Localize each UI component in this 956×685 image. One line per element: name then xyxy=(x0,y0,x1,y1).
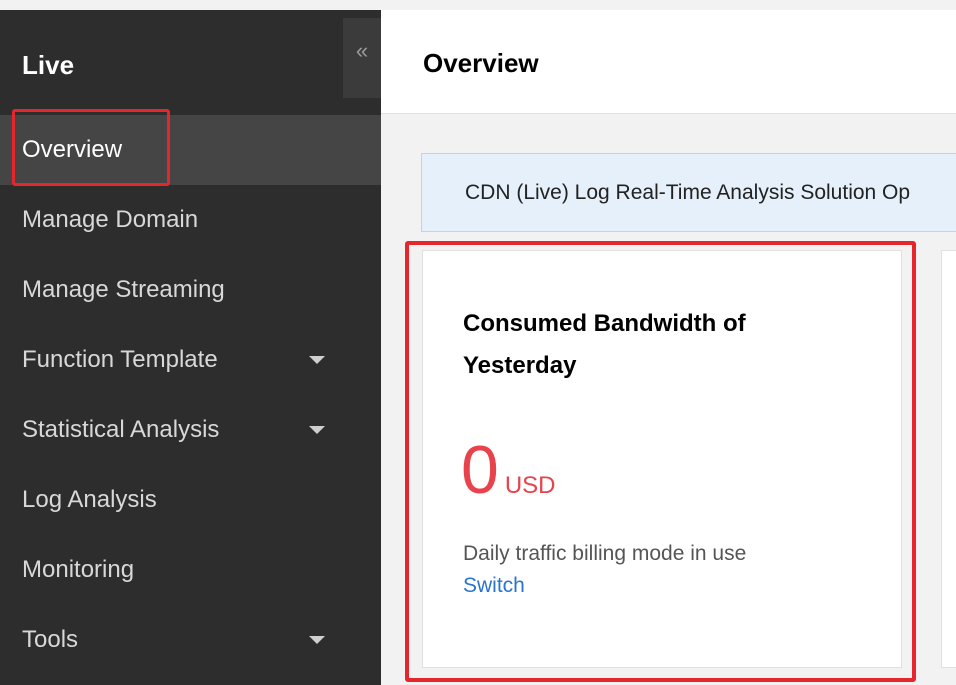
next-card-edge xyxy=(941,250,956,668)
highlight-box-card xyxy=(405,241,916,682)
double-chevron-left-icon: « xyxy=(355,38,369,63)
highlight-box-overview xyxy=(12,109,170,186)
page-header: Overview xyxy=(381,10,956,114)
sidebar-item-manage-domain[interactable]: Manage Domain xyxy=(0,185,381,255)
collapse-sidebar-button[interactable]: « xyxy=(343,18,381,98)
sidebar-item-statistical-analysis[interactable]: Statistical Analysis xyxy=(0,395,381,465)
sidebar-item-label: Statistical Analysis xyxy=(22,416,220,443)
sidebar-item-label: Tools xyxy=(22,626,79,653)
banner-text: CDN (Live) Log Real-Time Analysis Soluti… xyxy=(465,180,911,204)
sidebar-item-function-template[interactable]: Function Template xyxy=(0,325,381,395)
page-title: Overview xyxy=(423,48,539,78)
chevron-down-icon xyxy=(309,356,325,364)
sidebar-title: Live xyxy=(22,50,75,80)
notice-banner[interactable]: CDN (Live) Log Real-Time Analysis Soluti… xyxy=(421,153,956,232)
sidebar-item-log-analysis[interactable]: Log Analysis xyxy=(0,465,381,535)
sidebar-item-label: Manage Domain xyxy=(22,206,199,233)
sidebar-item-label: Manage Streaming xyxy=(22,276,225,303)
sidebar-item-manage-streaming[interactable]: Manage Streaming xyxy=(0,255,381,325)
sidebar-item-label: Log Analysis xyxy=(22,486,157,513)
chevron-down-icon xyxy=(309,636,325,644)
sidebar-item-label: Monitoring xyxy=(22,556,135,583)
sidebar-item-label: Function Template xyxy=(22,346,218,373)
sidebar-item-tools[interactable]: Tools xyxy=(0,605,381,675)
chevron-down-icon xyxy=(309,426,325,434)
sidebar-item-monitoring[interactable]: Monitoring xyxy=(0,535,381,605)
